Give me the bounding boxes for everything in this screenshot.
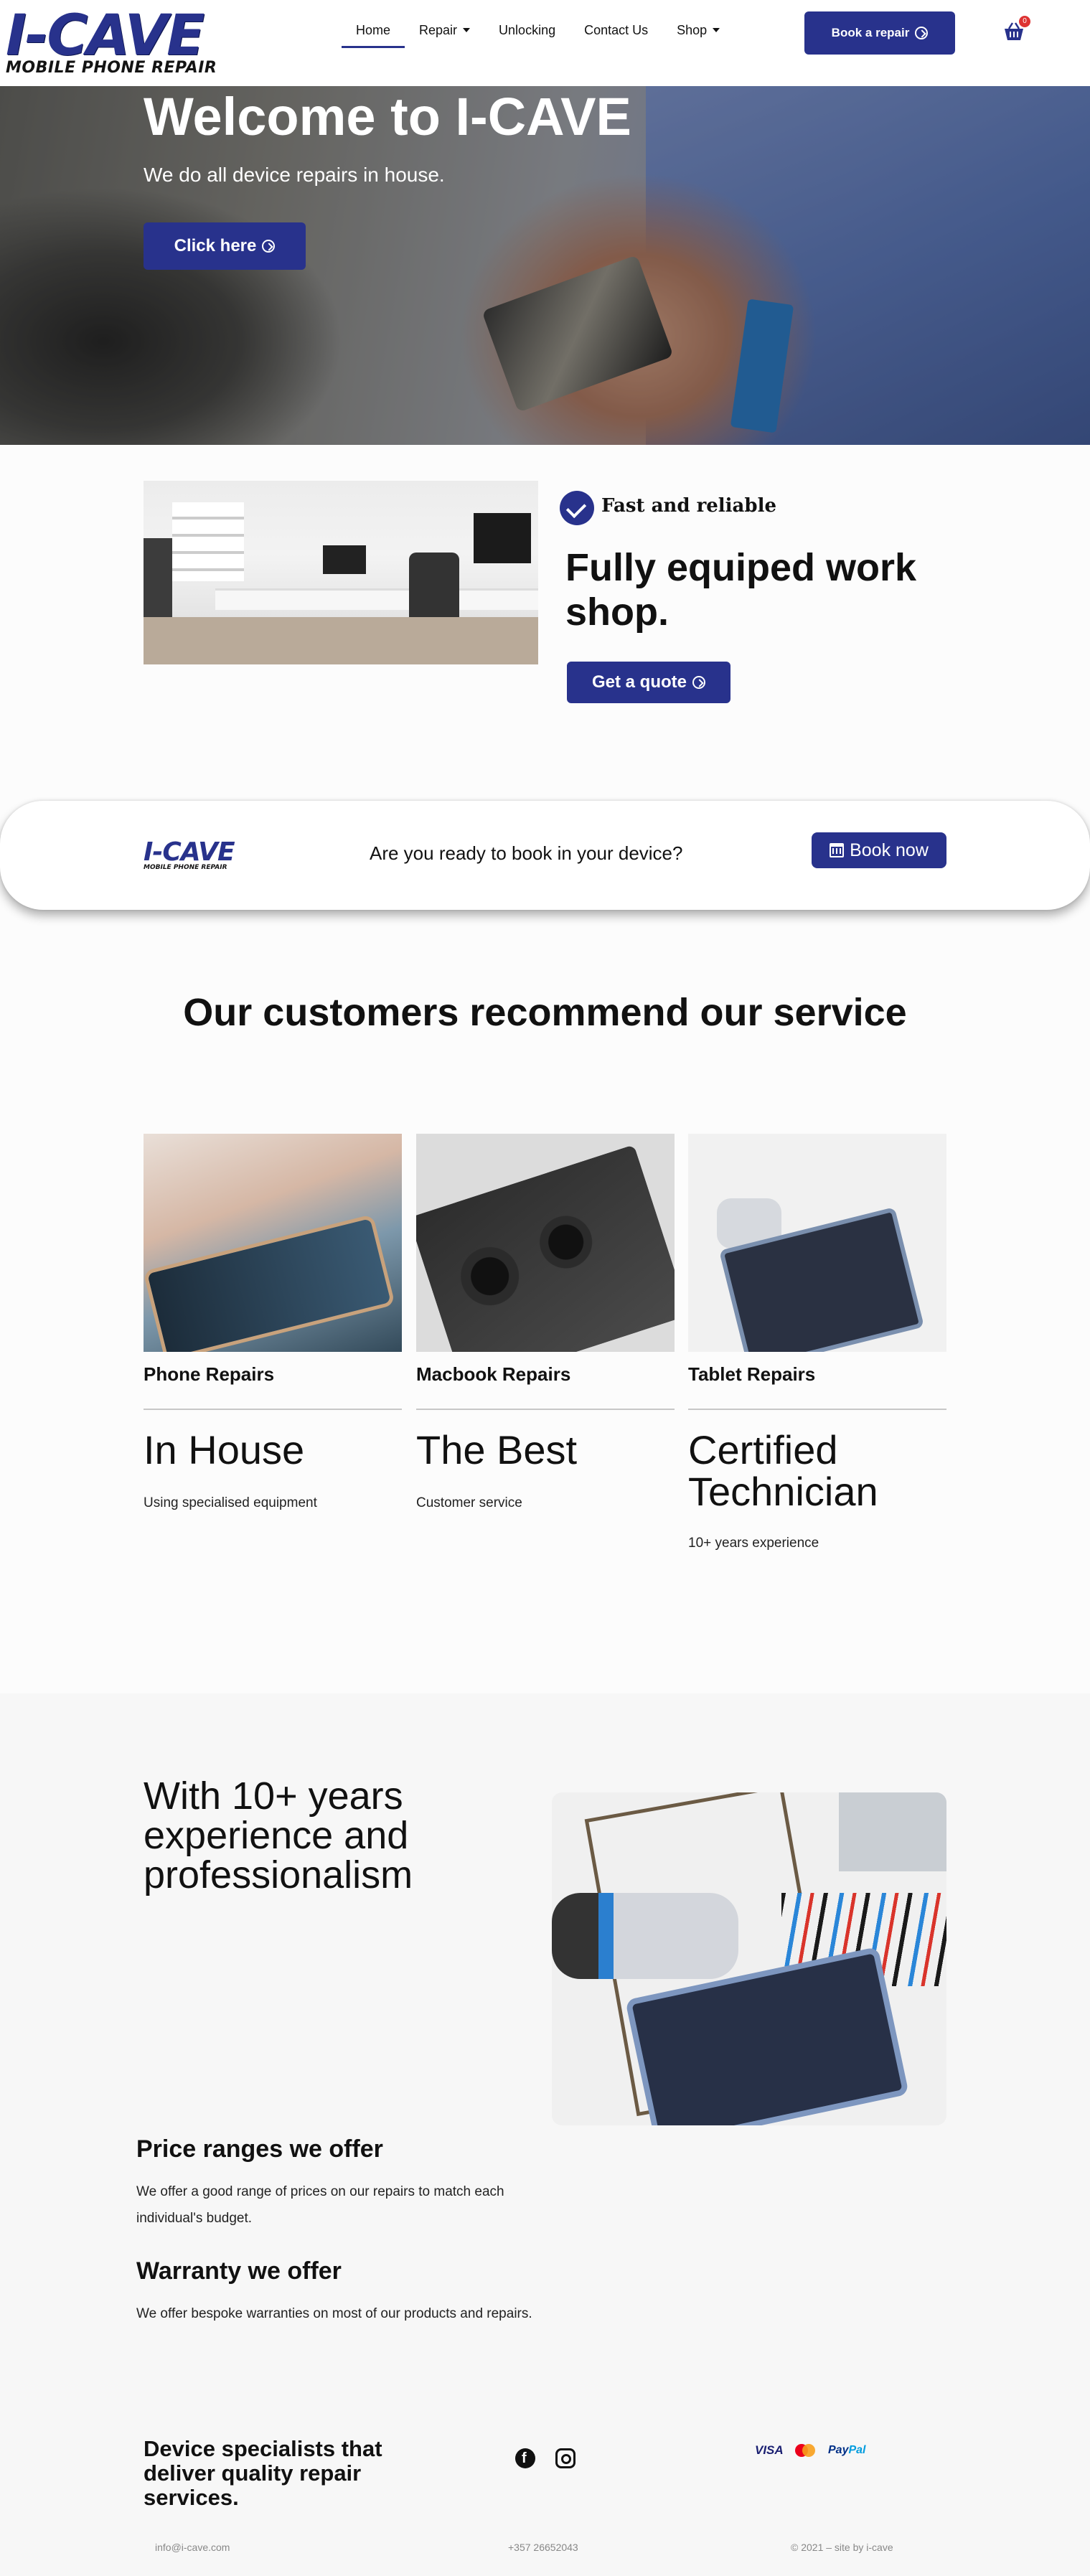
bookbar-logo: I-CAVE MOBILE PHONE REPAIR (144, 837, 235, 872)
workshop-desk (215, 588, 538, 610)
workshop-image (144, 481, 538, 664)
bookbar-logo-main: I-CAVE (144, 837, 235, 867)
footer-tagline: Device specialists that deliver quality … (144, 2436, 382, 2510)
bookbar-logo-sub: MOBILE PHONE REPAIR (144, 864, 227, 871)
workshop-title: Fully equiped work shop. (565, 546, 917, 634)
book-device-bar: I-CAVE MOBILE PHONE REPAIR Are you ready… (0, 801, 1090, 910)
price-ranges-title: Price ranges we offer (136, 2135, 383, 2163)
site-header: I-CAVE MOBILE PHONE REPAIR Home Repair U… (0, 0, 1090, 86)
service-caption-phone: Using specialised equipment (144, 1495, 317, 1510)
nav-shop-label: Shop (677, 22, 708, 37)
book-repair-label: Book a repair (831, 26, 910, 39)
service-headline-phone: In House (144, 1427, 305, 1472)
facebook-icon[interactable] (515, 2448, 535, 2468)
nav-home[interactable]: Home (342, 17, 405, 48)
phone-repairs-image (144, 1134, 402, 1352)
calendar-icon (830, 843, 845, 857)
hero-button-label: Click here (174, 236, 257, 255)
experience-title: With 10+ years experience and profession… (144, 1774, 413, 1896)
nav-repair-label: Repair (419, 22, 458, 37)
service-caption-macbook: Customer service (416, 1495, 522, 1510)
nav-home-label: Home (356, 22, 391, 37)
nav-unlocking[interactable]: Unlocking (484, 17, 570, 44)
bookbar-question: Are you ready to book in your device? (370, 842, 683, 864)
paypal-logo: Pay Pal (828, 2441, 865, 2460)
logo-sub-text: MOBILE PHONE REPAIR (6, 59, 217, 77)
service-name-tablet: Tablet Repairs (688, 1363, 816, 1385)
cart-button[interactable]: 0 (1002, 16, 1030, 49)
page: I-CAVE MOBILE PHONE REPAIR Home Repair U… (0, 0, 1090, 2576)
mastercard-icon (795, 2441, 819, 2460)
warranty-title: Warranty we offer (136, 2257, 342, 2285)
exp-monitor (839, 1792, 946, 1871)
get-quote-button[interactable]: Get a quote (567, 662, 730, 703)
footer-email[interactable]: info@i-cave.com (155, 2542, 230, 2553)
hero-subtitle: We do all device repairs in house. (144, 164, 445, 186)
divider (688, 1409, 946, 1410)
nav-unlocking-label: Unlocking (499, 22, 556, 37)
divider (416, 1409, 675, 1410)
cart-count-badge: 0 (1019, 16, 1030, 27)
fast-reliable-label: Fast and reliable (601, 495, 777, 517)
exp-glove (552, 1893, 738, 1979)
circle-arrow-icon (262, 240, 276, 253)
tablet-repairs-image (688, 1134, 946, 1352)
service-headline-macbook: The Best (416, 1427, 578, 1472)
workshop-floor (144, 617, 538, 664)
service-name-macbook: Macbook Repairs (416, 1363, 571, 1385)
service-headline-tablet: Certified Technician (688, 1427, 878, 1514)
price-ranges-text: We offer a good range of prices on our r… (136, 2184, 504, 2226)
circle-arrow-icon (915, 27, 929, 39)
workshop-screen (474, 513, 531, 563)
nav-contact-label: Contact Us (584, 22, 649, 37)
nav-repair[interactable]: Repair (405, 17, 484, 44)
macbook-repairs-image (416, 1134, 675, 1352)
paypal-text-a: Pay (828, 2444, 849, 2456)
book-repair-button[interactable]: Book a repair (804, 11, 955, 55)
logo-main-text: I-CAVE (6, 4, 205, 68)
instagram-icon[interactable] (555, 2448, 575, 2468)
paypal-text-b: Pal (848, 2444, 866, 2456)
book-now-button[interactable]: Book now (812, 832, 946, 868)
hero-click-here-button[interactable]: Click here (144, 222, 306, 270)
get-quote-label: Get a quote (591, 672, 687, 692)
tablet-repair-image (552, 1792, 946, 2125)
divider (144, 1409, 402, 1410)
book-now-label: Book now (850, 840, 929, 860)
warranty-text: We offer bespoke warranties on most of o… (136, 2306, 532, 2321)
circle-arrow-icon (692, 676, 705, 689)
site-logo[interactable]: I-CAVE MOBILE PHONE REPAIR (6, 4, 264, 77)
caret-down-icon (463, 28, 471, 32)
workshop-shelf (172, 502, 244, 581)
footer-phone[interactable]: +357 26652043 (508, 2542, 578, 2553)
service-name-phone: Phone Repairs (144, 1363, 275, 1385)
main-nav: Home Repair Unlocking Contact Us Shop (342, 16, 734, 48)
hero-title: Welcome to I-CAVE (144, 87, 631, 146)
footer-copyright: © 2021 – site by i-cave (791, 2542, 893, 2553)
check-badge-icon (560, 491, 594, 525)
visa-logo: VISA (755, 2443, 784, 2457)
workshop-monitor (323, 545, 366, 574)
recommend-title: Our customers recommend our service (183, 991, 907, 1034)
service-caption-tablet: 10+ years experience (688, 1536, 819, 1551)
nav-contact-us[interactable]: Contact Us (570, 17, 662, 44)
nav-shop[interactable]: Shop (662, 17, 734, 44)
caret-down-icon (713, 28, 720, 32)
